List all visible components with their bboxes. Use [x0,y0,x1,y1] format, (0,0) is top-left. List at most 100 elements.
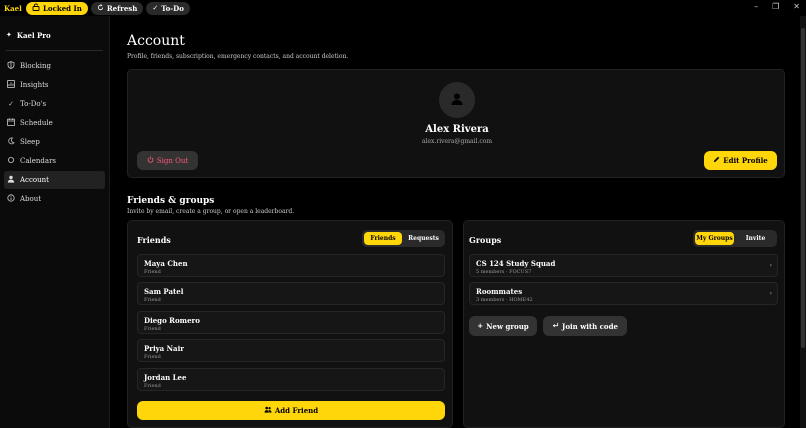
sidebar-item-about[interactable]: About [4,190,105,208]
page-title: Account [127,33,185,49]
friend-name: Maya Chen [144,259,188,268]
people-icon [264,406,272,415]
friend-name: Priya Nair [144,344,184,353]
close-icon[interactable]: ✕ [793,2,800,11]
sign-out-button[interactable]: Sign Out [137,151,198,170]
refresh-icon [97,3,104,13]
friend-status: Friend [144,269,161,275]
chart-icon [7,80,15,90]
moon-icon [7,137,15,147]
tab-friends[interactable]: Friends [364,232,402,245]
friend-status: Friend [144,383,161,389]
edit-profile-label: Edit Profile [723,156,768,165]
friends-segmented-control: Friends Requests [362,230,445,247]
person-icon [7,175,15,185]
check-icon: ✓ [8,100,14,108]
title-bar: Kael Locked In Refresh ✓ To-Do – ❐ ✕ [0,0,806,16]
sidebar-item-label: About [20,195,42,203]
power-icon [147,156,154,165]
sidebar-item-schedule[interactable]: Schedule [4,114,105,132]
todo-label: To-Do [161,3,184,13]
list-item[interactable]: Priya Nair Friend [137,339,445,362]
list-item[interactable]: CS 124 Study Squad 5 members · FOCUS7 › [469,254,778,277]
sidebar-item-label: Sleep [20,138,40,146]
sparkle-icon: ✦ [6,31,12,39]
new-group-label: New group [486,321,529,331]
friend-status: Friend [144,354,161,360]
sidebar-item-calendars[interactable]: Calendars [4,152,105,170]
sidebar-divider [6,50,103,51]
check-icon: ✓ [152,4,159,12]
friends-title: Friends [137,235,171,245]
friend-name: Sam Patel [144,287,184,296]
brand[interactable]: ✦ Kael Pro [0,23,109,47]
add-friend-label: Add Friend [274,406,319,415]
brand-label: Kael Pro [16,30,51,40]
join-with-code-label: Join with code [562,321,618,331]
user-name: Alex Rivera [425,124,489,135]
window-controls: – ❐ ✕ [754,2,800,11]
add-friend-button[interactable]: Add Friend [137,401,445,420]
chevron-right-icon: › [769,290,772,297]
user-email: alex.rivera@gmail.com [421,138,493,145]
friend-name: Jordan Lee [144,373,187,382]
plus-icon: + [477,322,484,330]
groups-segmented-control: My Groups Invite [693,230,777,247]
list-item[interactable]: Roommates 3 members · HOME42 › [469,282,778,305]
tab-requests[interactable]: Requests [404,232,443,245]
group-meta: 3 members · HOME42 [476,297,533,303]
friend-status: Friend [144,297,161,303]
person-icon [450,91,464,110]
sidebar-item-label: Account [20,176,49,184]
sidebar-item-label: Calendars [20,157,57,165]
list-item[interactable]: Sam Patel Friend [137,282,445,305]
list-item[interactable]: Jordan Lee Friend [137,368,445,391]
group-name: CS 124 Study Squad [476,259,556,268]
group-meta: 5 members · FOCUS7 [476,269,532,275]
avatar[interactable] [439,82,475,118]
groups-panel: Groups My Groups Invite CS 124 Study Squ… [463,220,785,428]
profile-card: Alex Rivera alex.rivera@gmail.com Sign O… [127,69,785,178]
enter-icon [552,322,559,331]
pencil-icon [713,156,720,165]
sidebar: ✦ Kael Pro Blocking Insights ✓ To-Do's S… [0,16,110,428]
locked-in-button[interactable]: Locked In [26,1,88,15]
friends-panel: Friends Friends Requests Maya Chen Frien… [127,220,453,428]
group-name: Roommates [476,287,523,296]
shield-icon [7,61,15,71]
sidebar-item-blocking[interactable]: Blocking [4,57,105,75]
sidebar-item-label: Blocking [20,62,51,70]
tab-invite[interactable]: Invite [736,232,775,245]
sidebar-item-sleep[interactable]: Sleep [4,133,105,151]
page-subtitle: Profile, friends, subscription, emergenc… [127,53,349,60]
sidebar-item-label: Schedule [20,119,53,127]
tab-my-groups[interactable]: My Groups [695,232,734,245]
sidebar-item-insights[interactable]: Insights [4,76,105,94]
section-subtitle: Invite by email, create a group, or open… [127,208,295,215]
scrollbar[interactable] [800,16,806,428]
refresh-button[interactable]: Refresh [90,1,144,15]
groups-title: Groups [469,235,502,245]
friend-status: Friend [144,326,161,332]
lock-icon [32,3,40,13]
maximize-icon[interactable]: ❐ [772,2,779,11]
scrollbar-thumb[interactable] [801,28,805,348]
sign-out-label: Sign Out [156,156,189,165]
join-with-code-button[interactable]: Join with code [543,316,627,336]
edit-profile-button[interactable]: Edit Profile [704,151,777,170]
friend-name: Diego Romero [144,316,200,325]
circle-icon [7,156,15,166]
chevron-right-icon: › [769,262,772,269]
sidebar-item-todos[interactable]: ✓ To-Do's [4,95,105,113]
locked-in-label: Locked In [43,3,82,13]
list-item[interactable]: Maya Chen Friend [137,254,445,277]
todo-button[interactable]: ✓ To-Do [146,1,190,15]
refresh-label: Refresh [106,3,138,13]
sidebar-item-label: To-Do's [20,100,47,108]
app-name: Kael [4,3,22,13]
sidebar-item-account[interactable]: Account [4,171,105,189]
list-item[interactable]: Diego Romero Friend [137,311,445,334]
minimize-icon[interactable]: – [754,2,758,11]
new-group-button[interactable]: + New group [469,316,537,336]
info-icon [7,194,15,204]
